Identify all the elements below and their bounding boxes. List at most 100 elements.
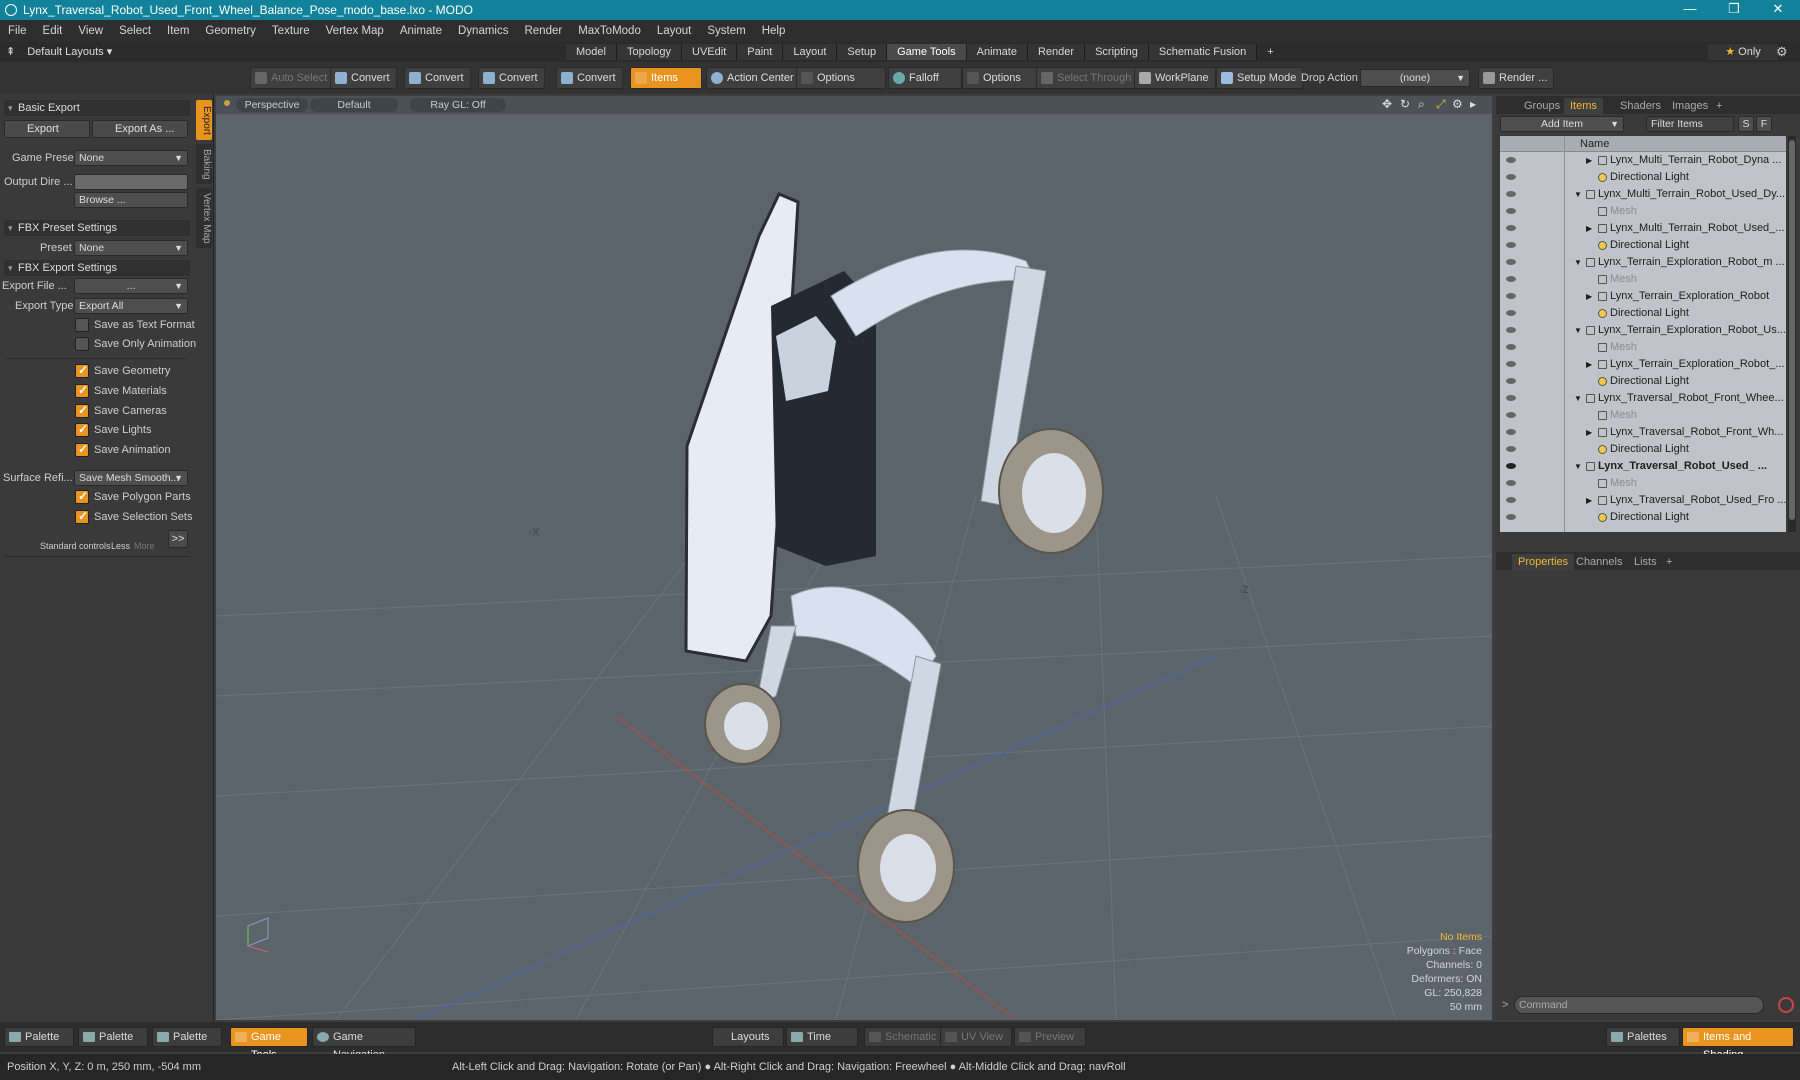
tab-baking[interactable]: Baking — [196, 144, 212, 184]
tree-row[interactable]: ▶ Lynx_Terrain_Exploration_Robot — [1500, 288, 1786, 305]
save-as-text-format-checkbox[interactable] — [75, 318, 89, 332]
browse-button[interactable]: Browse ... — [74, 192, 188, 208]
tree-row[interactable]: Mesh — [1500, 339, 1786, 356]
collapse-arrow-icon[interactable]: ▼ — [1574, 254, 1582, 271]
expand-button[interactable]: >> — [168, 530, 188, 548]
visibility-eye-icon[interactable] — [1506, 259, 1516, 265]
tree-row[interactable]: Directional Light — [1500, 441, 1786, 458]
save-geometry-checkbox[interactable] — [75, 363, 89, 378]
expand-arrow-icon[interactable]: ▶ — [1586, 356, 1592, 373]
tab-setup[interactable]: Setup — [837, 44, 888, 60]
record-macro-icon[interactable] — [1778, 997, 1794, 1013]
tab-game-tools[interactable]: Game Tools — [887, 44, 967, 60]
output-dir-field[interactable] — [74, 174, 188, 190]
tree-row[interactable]: ▼ Lynx_Terrain_Exploration_Robot_m ... — [1500, 254, 1786, 271]
visibility-eye-icon[interactable] — [1506, 497, 1516, 503]
menu-help[interactable]: Help — [754, 25, 794, 37]
tab-shaders[interactable]: Shaders — [1614, 98, 1667, 114]
palette-button-1[interactable]: Palette — [4, 1027, 74, 1047]
game-navigation-button[interactable]: Game Navigation — [312, 1027, 416, 1061]
add-list-tab-button[interactable]: + — [1710, 98, 1728, 114]
palette-button-3[interactable]: Palette — [152, 1027, 222, 1047]
save-only-animation-checkbox[interactable] — [75, 337, 89, 351]
tab-animate[interactable]: Animate — [966, 44, 1028, 60]
menu-maxtomodo[interactable]: MaxToModo — [570, 25, 649, 37]
more-link[interactable]: More — [134, 541, 155, 551]
tab-topology[interactable]: Topology — [616, 44, 683, 60]
expand-arrow-icon[interactable]: ▶ — [1586, 288, 1592, 305]
filter-items-input[interactable]: Filter Items — [1646, 116, 1734, 132]
visibility-eye-icon[interactable] — [1506, 276, 1516, 282]
menu-edit[interactable]: Edit — [35, 25, 71, 37]
tab-items[interactable]: Items — [1564, 98, 1603, 114]
tree-row[interactable]: Mesh — [1500, 407, 1786, 424]
tab-layout[interactable]: Layout — [783, 44, 838, 60]
surface-refinement-dropdown[interactable]: Save Mesh Smooth... ▼ — [74, 470, 188, 486]
save-polygon-parts-checkbox[interactable] — [75, 489, 89, 504]
menu-select[interactable]: Select — [111, 25, 159, 37]
setup-mode-button[interactable]: Setup Mode — [1216, 67, 1304, 89]
tab-channels[interactable]: Channels — [1570, 554, 1628, 570]
add-tab-button[interactable]: + — [1257, 44, 1283, 60]
visibility-eye-icon[interactable] — [1506, 344, 1516, 350]
name-column-header[interactable]: Name — [1500, 136, 1786, 152]
visibility-eye-icon[interactable] — [1506, 157, 1516, 163]
scrollbar-thumb[interactable] — [1789, 140, 1795, 520]
falloff-options-button[interactable]: Options — [962, 67, 1038, 89]
menu-system[interactable]: System — [699, 25, 753, 37]
command-input[interactable]: Command — [1514, 996, 1764, 1014]
add-properties-tab-button[interactable]: + — [1660, 554, 1678, 570]
tab-groups[interactable]: Groups — [1518, 98, 1566, 114]
export-button[interactable]: Export — [4, 120, 90, 138]
tree-row[interactable]: ▶ Lynx_Traversal_Robot_Used_Fro ... — [1500, 492, 1786, 509]
tree-row[interactable]: ▼ Lynx_Traversal_Robot_Front_Whee... — [1500, 390, 1786, 407]
menu-animate[interactable]: Animate — [392, 25, 450, 37]
preset-dropdown[interactable]: None ▼ — [74, 240, 188, 256]
workplane-button[interactable]: WorkPlane — [1134, 67, 1216, 89]
items-mode-button[interactable]: Items — [630, 67, 702, 89]
palette-button-2[interactable]: Palette — [78, 1027, 148, 1047]
only-toggle[interactable]: ★ Only — [1708, 44, 1778, 60]
tab-vertex-map[interactable]: Vertex Map — [196, 188, 212, 248]
less-link[interactable]: Less — [111, 541, 130, 551]
save-cameras-checkbox[interactable] — [75, 403, 89, 418]
item-tree-scrollbar[interactable] — [1788, 136, 1796, 532]
tab-properties[interactable]: Properties — [1512, 554, 1575, 570]
visibility-eye-icon[interactable] — [1506, 361, 1516, 367]
visibility-eye-icon[interactable] — [1506, 463, 1516, 469]
visibility-eye-icon[interactable] — [1506, 378, 1516, 384]
select-through-button[interactable]: Select Through — [1036, 67, 1139, 89]
collapse-arrow-icon[interactable]: ▼ — [1574, 186, 1582, 203]
tab-export[interactable]: Export — [196, 100, 212, 140]
falloff-button[interactable]: Falloff — [888, 67, 962, 89]
tab-lists[interactable]: Lists — [1628, 554, 1663, 570]
gear-icon[interactable]: ⚙ — [1776, 44, 1788, 60]
items-and-shading-button[interactable]: Items and Shading — [1682, 1027, 1794, 1061]
menu-vertex-map[interactable]: Vertex Map — [318, 25, 392, 37]
fbx-preset-settings-section[interactable]: FBX Preset Settings — [4, 220, 190, 236]
tree-row[interactable]: Directional Light — [1500, 509, 1786, 526]
schematic-button[interactable]: Schematic — [864, 1027, 942, 1047]
tree-row[interactable]: ▶ Lynx_Terrain_Exploration_Robot_... — [1500, 356, 1786, 373]
tree-row[interactable]: ▼ Lynx_Multi_Terrain_Robot_Used_Dy... — [1500, 186, 1786, 203]
export-type-dropdown[interactable]: Export All ▼ — [74, 298, 188, 314]
menu-geometry[interactable]: Geometry — [197, 25, 264, 37]
tree-row[interactable]: Mesh — [1500, 475, 1786, 492]
tree-column-divider[interactable] — [1564, 136, 1565, 532]
fbx-export-settings-section[interactable]: FBX Export Settings — [4, 260, 190, 276]
visibility-eye-icon[interactable] — [1506, 412, 1516, 418]
tree-row[interactable]: ▼ Lynx_Traversal_Robot_Used_ ... — [1500, 458, 1786, 475]
tree-row[interactable]: ▼ Lynx_Terrain_Exploration_Robot_Us... — [1500, 322, 1786, 339]
tab-render[interactable]: Render — [1027, 44, 1086, 60]
visibility-eye-icon[interactable] — [1506, 242, 1516, 248]
convert-button-4[interactable]: Convert — [556, 67, 623, 89]
convert-button-2[interactable]: Convert — [404, 67, 471, 89]
tree-row[interactable]: ▶ Lynx_Traversal_Robot_Front_Wh... — [1500, 424, 1786, 441]
menu-layout[interactable]: Layout — [649, 25, 700, 37]
tree-row[interactable]: Mesh — [1500, 271, 1786, 288]
preview-button[interactable]: Preview — [1014, 1027, 1086, 1047]
tree-row[interactable]: Directional Light — [1500, 237, 1786, 254]
visibility-eye-icon[interactable] — [1506, 514, 1516, 520]
collapse-arrow-icon[interactable]: ▼ — [1574, 322, 1582, 339]
tree-row[interactable]: Mesh — [1500, 203, 1786, 220]
